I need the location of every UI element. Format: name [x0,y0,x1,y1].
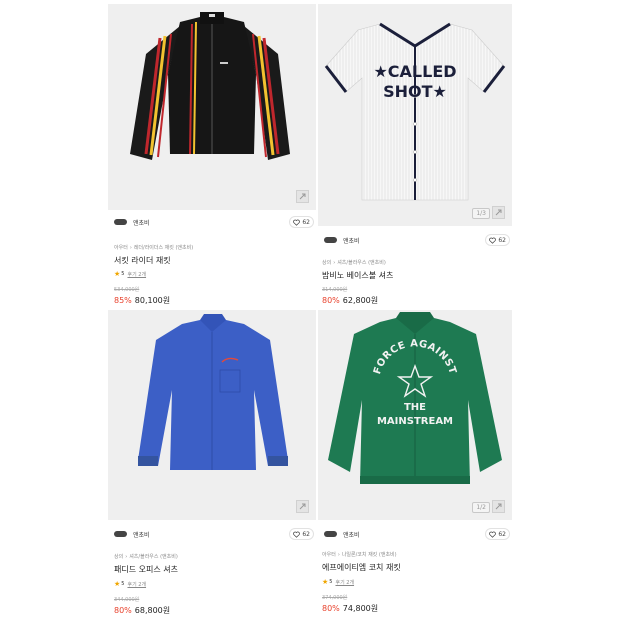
product-image[interactable]: ★CALLED SHOT★ 1/3 [318,4,512,226]
jacket-graphic-line3: MAINSTREAM [377,416,453,427]
price-row: 85% 80,100원 [114,295,170,306]
heart-icon [293,531,301,538]
breadcrumb-brand: (앤초비) [175,245,194,251]
heart-icon [293,219,301,226]
like-count: 62 [498,236,506,244]
heart-icon [489,531,497,538]
expand-icon[interactable] [492,500,505,513]
brand-row[interactable]: 앤초비 62 [324,232,510,248]
heart-icon [489,237,497,244]
expand-icon[interactable] [296,500,309,513]
green-coach-jacket-image: FORCE AGAINST THE MAINSTREAM [328,312,502,484]
rating: ★ 5 후기 2개 [114,580,146,588]
image-counter: 1/2 [472,502,490,513]
sale-price: 68,800원 [134,606,171,615]
like-button[interactable]: 62 [485,528,510,540]
breadcrumb-brand: (앤초비) [160,554,178,560]
rating: ★ 5 후기 2개 [322,578,354,586]
breadcrumb-subcategory[interactable]: 레더/라이더스 재킷 [134,245,174,251]
sale-price: 80,100원 [134,296,171,305]
white-baseball-shirt-image: ★CALLED SHOT★ [324,22,506,201]
discount-rate: 80% [322,296,340,305]
breadcrumb-category[interactable]: 아우터 [114,245,128,251]
brand-logo [114,531,127,537]
expand-icon[interactable] [296,190,309,203]
product-card[interactable]: 앤초비 62 상의 › 셔츠/블라우스 (앤초비) 패디드 오피스 셔츠 ★ 5 후… [108,310,316,620]
rating-score: 5 [121,271,125,277]
product-card[interactable]: FORCE AGAINST THE MAINSTREAM 1/2 앤초비 62 … [318,310,512,620]
black-rider-jacket-image [130,12,290,160]
like-button[interactable]: 62 [289,216,314,228]
price-row: 80% 68,800원 [114,605,170,616]
review-count-link[interactable]: 후기 2개 [127,271,146,278]
breadcrumb: 아우터 › 레더/라이더스 재킷 (앤초비) [114,245,194,251]
image-counter: 1/3 [472,208,490,219]
jacket-graphic-line2: THE [404,402,426,413]
rating-score: 5 [329,579,333,585]
original-price: 314,000원 [322,287,348,293]
original-price: 534,000원 [114,287,140,293]
product-image[interactable]: FORCE AGAINST THE MAINSTREAM 1/2 [318,310,512,520]
like-button[interactable]: 62 [485,234,510,246]
product-image[interactable] [108,4,316,210]
breadcrumb-subcategory[interactable]: 셔츠/블라우스 [129,554,158,560]
product-card[interactable]: ★CALLED SHOT★ 1/3 앤초비 62 상의 › 셔츠/블라우스 (앤초비… [318,4,512,309]
like-button[interactable]: 62 [289,528,314,540]
review-count-link[interactable]: 후기 2개 [335,579,354,586]
breadcrumb: 상의 › 셔츠/블라우스 (앤초비) [322,260,386,266]
like-count: 62 [498,530,506,538]
discount-rate: 80% [114,606,132,615]
brand-name[interactable]: 앤초비 [343,530,360,539]
shirt-graphic-line1: ★CALLED [373,62,456,81]
product-title[interactable]: 서킷 라이더 재킷 [114,255,171,266]
product-title[interactable]: 밤비노 베이스볼 셔츠 [322,270,393,281]
brand-row[interactable]: 앤초비 62 [114,526,314,542]
review-count-link[interactable]: 후기 2개 [127,581,146,588]
original-price: 374,000원 [322,595,348,601]
brand-logo [114,219,127,225]
like-count: 62 [302,530,310,538]
rating-score: 5 [121,581,125,587]
star-icon: ★ [114,270,121,278]
expand-icon[interactable] [492,206,505,219]
brand-name[interactable]: 앤초비 [343,236,360,245]
shirt-graphic-line2: SHOT★ [383,82,447,101]
product-title[interactable]: 패디드 오피스 셔츠 [114,564,178,575]
star-icon: ★ [322,578,329,586]
brand-name[interactable]: 앤초비 [133,218,150,227]
brand-row[interactable]: 앤초비 62 [114,214,314,230]
breadcrumb-subcategory[interactable]: 셔츠/블라우스 [337,260,366,266]
price-row: 80% 74,800원 [322,603,378,614]
star-icon: ★ [114,580,121,588]
breadcrumb-category[interactable]: 상의 [114,554,123,560]
product-title[interactable]: 에프에이티엠 코치 재킷 [322,562,401,573]
breadcrumb-subcategory[interactable]: 나일론/코치 재킷 [342,552,377,558]
original-price: 344,000원 [114,597,140,603]
breadcrumb-category[interactable]: 아우터 [322,552,336,558]
brand-row[interactable]: 앤초비 62 [324,526,510,542]
brand-logo [324,531,337,537]
discount-rate: 85% [114,296,132,305]
sale-price: 62,800원 [342,296,379,305]
breadcrumb-category[interactable]: 상의 [322,260,331,266]
breadcrumb-brand: (앤초비) [368,260,386,266]
price-row: 80% 62,800원 [322,295,378,306]
brand-logo [324,237,337,243]
breadcrumb: 상의 › 셔츠/블라우스 (앤초비) [114,554,178,560]
sale-price: 74,800원 [342,604,379,613]
blue-office-shirt-image [138,314,288,470]
breadcrumb-brand: (앤초비) [378,552,397,558]
brand-name[interactable]: 앤초비 [133,530,150,539]
discount-rate: 80% [322,604,340,613]
like-count: 62 [302,218,310,226]
breadcrumb: 아우터 › 나일론/코치 재킷 (앤초비) [322,552,397,558]
rating: ★ 5 후기 2개 [114,270,146,278]
product-card[interactable]: 앤초비 62 아우터 › 레더/라이더스 재킷 (앤초비) 서킷 라이더 재킷 ★ … [108,4,316,309]
product-image[interactable] [108,310,316,520]
